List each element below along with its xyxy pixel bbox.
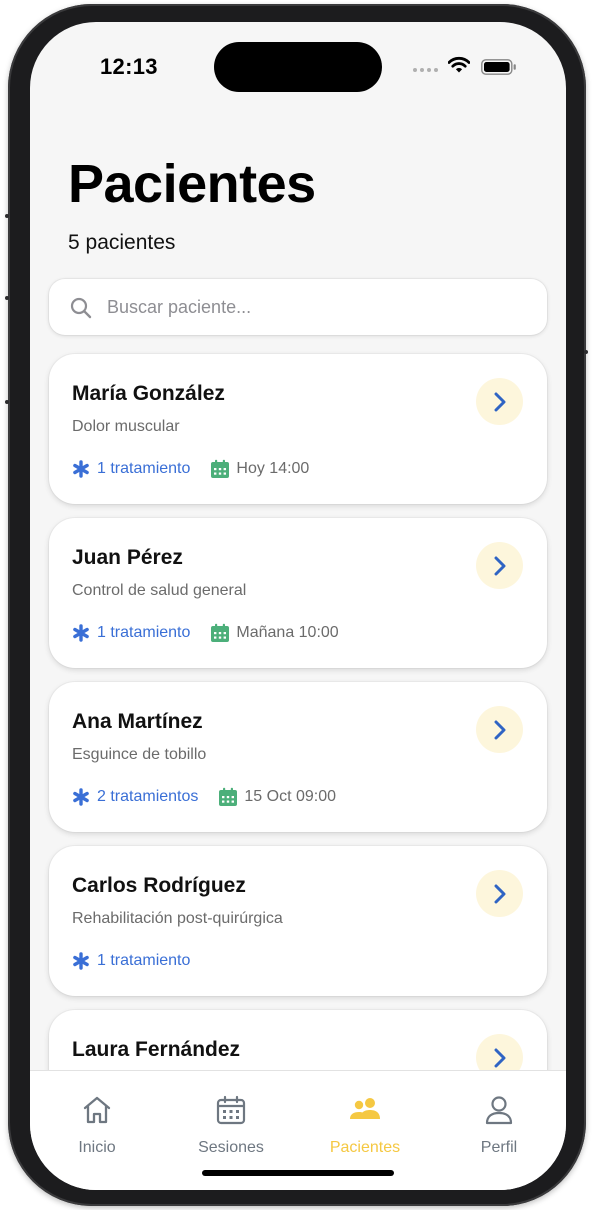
- battery-icon: [481, 59, 516, 75]
- tab-sesiones[interactable]: Sesiones: [164, 1071, 298, 1171]
- tab-label: Inicio: [78, 1139, 116, 1156]
- next-appointment: 15 Oct 09:00: [218, 787, 336, 807]
- dynamic-island: [214, 42, 382, 92]
- treatment-count: 1 tratamiento: [72, 952, 190, 970]
- chevron-right-icon: [494, 1048, 505, 1067]
- status-bar: 12:13: [30, 22, 566, 112]
- open-patient-button[interactable]: [476, 542, 523, 589]
- patient-card[interactable]: Carlos Rodríguez Rehabilitación post-qui…: [49, 846, 547, 996]
- patient-card[interactable]: Juan Pérez Control de salud general 1 tr…: [49, 518, 547, 668]
- card-meta: 1 tratamiento Mañana 10:00: [72, 622, 339, 644]
- card-meta: 1 tratamiento: [72, 950, 190, 972]
- patient-card[interactable]: Ana Martínez Esguince de tobillo 2 trata…: [49, 682, 547, 832]
- volume-up-button: [5, 296, 9, 300]
- signal-icon: [413, 68, 438, 72]
- card-meta: 2 tratamientos 15 Oct 09:00: [72, 786, 336, 808]
- app-screen: 12:13 Pacientes 5 pacientes María Gonzál…: [30, 22, 566, 1190]
- people-icon: [350, 1098, 380, 1119]
- status-time: 12:13: [100, 54, 158, 79]
- patient-name: Juan Pérez: [72, 546, 183, 569]
- patient-name: Carlos Rodríguez: [72, 874, 246, 897]
- patient-name: Ana Martínez: [72, 710, 203, 733]
- tab-inicio[interactable]: Inicio: [30, 1071, 164, 1171]
- asterisk-icon: [73, 460, 89, 478]
- patient-condition: Control de salud general: [72, 582, 247, 599]
- side-button: [5, 214, 9, 218]
- next-appointment: Hoy 14:00: [210, 459, 309, 479]
- open-patient-button[interactable]: [476, 870, 523, 917]
- calendar-icon: [219, 787, 238, 806]
- open-patient-button[interactable]: [476, 378, 523, 425]
- home-indicator: [202, 1170, 394, 1176]
- search-box[interactable]: [49, 279, 547, 335]
- treatment-label: 1 tratamiento: [97, 624, 191, 641]
- treatment-label: 2 tratamientos: [97, 788, 199, 805]
- tab-label: Pacientes: [329, 1139, 401, 1156]
- card-meta: 1 tratamiento Hoy 14:00: [72, 458, 309, 480]
- chevron-right-icon: [494, 720, 505, 739]
- calendar-icon: [211, 623, 230, 642]
- patient-condition: Rehabilitación post-quirúrgica: [72, 910, 283, 927]
- chevron-right-icon: [494, 556, 505, 575]
- wifi-icon: [448, 56, 470, 73]
- calendar-icon: [216, 1095, 246, 1125]
- search-icon: [70, 297, 92, 319]
- patient-name: María González: [72, 382, 225, 405]
- patient-count: 5 pacientes: [68, 231, 176, 254]
- patient-name: Laura Fernández: [72, 1038, 241, 1061]
- treatment-count: 2 tratamientos: [72, 788, 198, 806]
- treatment-count: 1 tratamiento: [72, 460, 190, 478]
- treatment-label: 1 tratamiento: [97, 952, 191, 969]
- treatment-label: 1 tratamiento: [97, 460, 191, 477]
- next-appointment: Mañana 10:00: [210, 623, 339, 643]
- power-button: [584, 350, 588, 354]
- person-icon: [485, 1096, 513, 1125]
- appointment-label: Hoy 14:00: [236, 460, 310, 477]
- appointment-label: 15 Oct 09:00: [244, 788, 337, 805]
- patient-condition: Esguince de tobillo: [72, 746, 207, 763]
- page-title: Pacientes: [68, 154, 316, 214]
- patient-card[interactable]: María González Dolor muscular 1 tratamie…: [49, 354, 547, 504]
- treatment-count: 1 tratamiento: [72, 624, 190, 642]
- asterisk-icon: [73, 788, 89, 806]
- appointment-label: Mañana 10:00: [236, 624, 339, 641]
- asterisk-icon: [73, 952, 89, 970]
- tab-label: Sesiones: [198, 1139, 264, 1156]
- home-icon: [83, 1096, 111, 1124]
- patient-condition: Dolor muscular: [72, 418, 180, 435]
- search-input[interactable]: [107, 279, 527, 335]
- tab-label: Perfil: [480, 1139, 518, 1156]
- tab-perfil[interactable]: Perfil: [432, 1071, 566, 1171]
- open-patient-button[interactable]: [476, 706, 523, 753]
- chevron-right-icon: [494, 884, 505, 903]
- calendar-icon: [211, 459, 230, 478]
- tab-pacientes[interactable]: Pacientes: [298, 1071, 432, 1171]
- asterisk-icon: [73, 624, 89, 642]
- chevron-right-icon: [494, 392, 505, 411]
- volume-down-button: [5, 400, 9, 404]
